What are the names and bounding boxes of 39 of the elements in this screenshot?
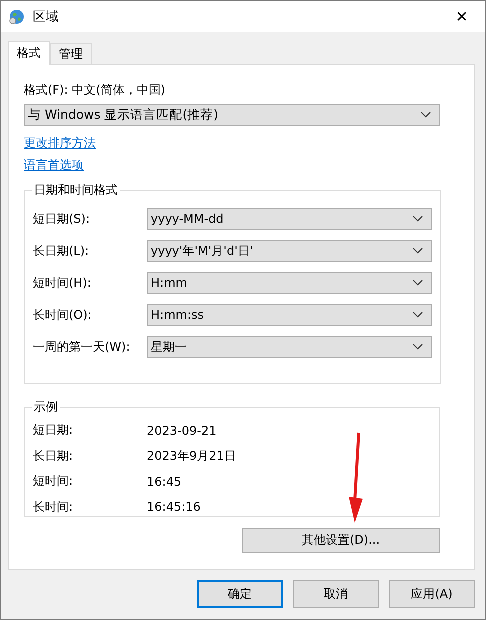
chevron-down-icon: [413, 280, 423, 286]
window-title: 区域: [33, 8, 60, 26]
format-dropdown[interactable]: 与 Windows 显示语言匹配(推荐): [24, 104, 440, 126]
example-label: 长日期:: [33, 448, 74, 465]
format-dropdown[interactable]: yyyy'年'M'月'd'日': [147, 240, 432, 262]
format-dropdown[interactable]: yyyy-MM-dd: [147, 208, 432, 230]
format-dropdown[interactable]: H:mm: [147, 272, 432, 294]
field-label: 短日期(S):: [33, 210, 92, 228]
example-label: 短时间:: [33, 473, 74, 490]
field-label: 一周的第一天(W):: [33, 338, 132, 356]
tab[interactable]: 管理: [50, 43, 92, 64]
format-dropdown[interactable]: H:mm:ss: [147, 304, 432, 326]
format-label: 格式(F): 中文(简体，中国): [24, 82, 166, 99]
example-label: 长时间:: [33, 498, 74, 516]
group-title: 日期和时间格式: [33, 182, 119, 199]
example-value: 2023年9月21日: [147, 448, 236, 465]
chevron-down-icon: [413, 312, 423, 318]
tab[interactable]: 格式: [8, 41, 50, 65]
dialog-button[interactable]: 确定: [197, 580, 283, 608]
other-settings-button[interactable]: 其他设置(D)...: [242, 528, 440, 553]
close-button[interactable]: ✕: [439, 1, 485, 32]
example-value: 2023-09-21: [147, 424, 217, 438]
example-label: 短日期:: [33, 422, 74, 440]
link[interactable]: 语言首选项: [24, 157, 84, 174]
example-value: 16:45:16: [147, 500, 201, 514]
link[interactable]: 更改排序方法: [24, 135, 96, 152]
chevron-down-icon: [413, 344, 423, 350]
chevron-down-icon: [421, 112, 431, 118]
format-dropdown[interactable]: 星期一: [147, 336, 432, 358]
group-title: 示例: [33, 399, 59, 416]
field-label: 长时间(O):: [33, 306, 93, 324]
chevron-down-icon: [413, 216, 423, 222]
field-label: 长日期(L):: [33, 242, 90, 260]
dialog-button[interactable]: 取消: [293, 580, 379, 608]
chevron-down-icon: [413, 248, 423, 254]
globe-icon: [9, 8, 25, 24]
dialog-button[interactable]: 应用(A): [389, 580, 475, 608]
example-value: 16:45: [147, 474, 182, 489]
field-label: 短时间(H):: [33, 274, 92, 292]
